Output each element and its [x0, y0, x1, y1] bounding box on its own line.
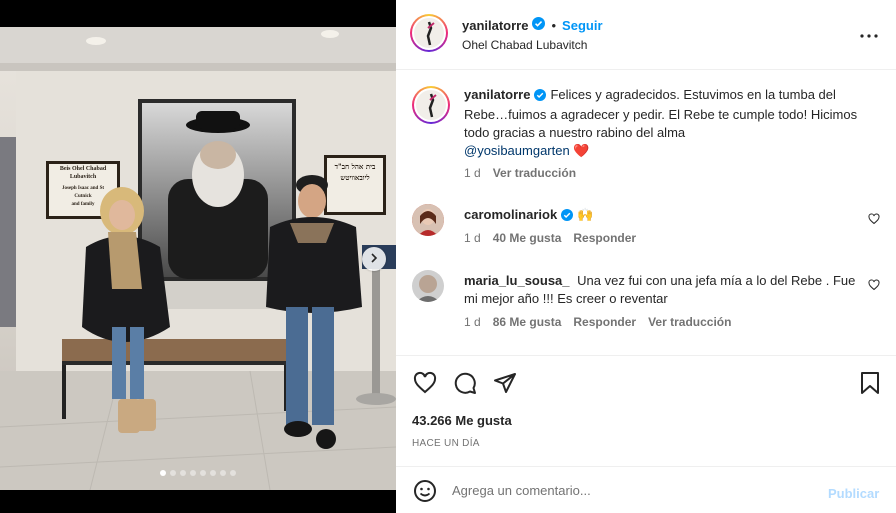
- sign-line: ליובאוויטש: [340, 173, 370, 182]
- avatar[interactable]: [412, 204, 444, 236]
- more-horizontal-icon: [860, 25, 878, 43]
- caption-text-block: yanilatorre Felices y agradecidos. Estuvi…: [464, 86, 864, 160]
- post-sidebar: yanilatorre • Seguir Ohel Chabad Lubavit…: [396, 0, 896, 513]
- emoji-button[interactable]: [413, 479, 437, 508]
- carousel-dot: [160, 470, 166, 476]
- post-media: Beis Ohel Chabad Lubavitch Joseph Isaac …: [0, 0, 396, 513]
- carousel-dot: [170, 470, 176, 476]
- sign-right: בית אהל חב"ד ליובאוויטש: [327, 161, 383, 183]
- post-caption: yanilatorre Felices y agradecidos. Estuvi…: [412, 86, 882, 186]
- comment-item: caromolinariok 🙌 1 d 40 Me gusta Responde…: [412, 204, 882, 250]
- avatar-image: [412, 270, 444, 302]
- comment-text-block: caromolinariok 🙌: [464, 206, 864, 226]
- post-photo[interactable]: Beis Ohel Chabad Lubavitch Joseph Isaac …: [0, 27, 396, 490]
- comment-item: maria_lu_sousa_ Una vez fui con una jefa…: [412, 270, 882, 334]
- carousel-dot: [210, 470, 216, 476]
- header-user-line: yanilatorre • Seguir: [462, 17, 603, 33]
- translate-link[interactable]: Ver traducción: [493, 166, 576, 180]
- share-button[interactable]: [493, 371, 517, 400]
- avatar[interactable]: [410, 14, 448, 52]
- comment-input[interactable]: [452, 479, 812, 501]
- username-link[interactable]: yanilatorre: [464, 87, 530, 102]
- avatar[interactable]: [412, 86, 450, 124]
- carousel-dot: [180, 470, 186, 476]
- heart-emoji: ❤️: [573, 143, 590, 158]
- comment-text: 🙌: [577, 207, 594, 222]
- like-button[interactable]: [413, 371, 437, 400]
- comment-meta: 1 d 86 Me gusta Responder Ver traducción: [464, 315, 731, 329]
- send-paper-plane-icon: [493, 373, 517, 399]
- comment-button[interactable]: [453, 371, 477, 400]
- sign-line: Beis Ohel Chabad: [59, 166, 107, 172]
- avatar-image: [412, 204, 444, 236]
- carousel-dot: [230, 470, 236, 476]
- dot-separator: •: [551, 17, 557, 33]
- comment-text-block: maria_lu_sousa_ Una vez fui con una jefa…: [464, 272, 864, 308]
- comment-likes-link[interactable]: 40 Me gusta: [493, 231, 562, 245]
- comment-time: 1 d: [464, 315, 481, 329]
- post-timestamp: HACE UN DÍA: [412, 438, 480, 449]
- translate-link[interactable]: Ver traducción: [648, 315, 731, 329]
- sign-line: בית אהל חב"ד: [334, 162, 376, 171]
- likes-count[interactable]: 43.266 Me gusta: [412, 413, 512, 428]
- reply-button[interactable]: Responder: [573, 315, 636, 329]
- post-header: yanilatorre • Seguir Ohel Chabad Lubavit…: [396, 0, 896, 70]
- username-link[interactable]: yanilatorre: [462, 18, 528, 33]
- location-link[interactable]: Ohel Chabad Lubavitch: [462, 38, 587, 52]
- emoji-smiley-icon: [413, 480, 437, 507]
- sign-line: Joseph Isaac and St: [61, 186, 105, 191]
- verified-badge-icon: [532, 17, 546, 33]
- caption-time: 1 d: [464, 166, 481, 180]
- carousel-indicator: [0, 470, 396, 476]
- caption-meta: 1 d Ver traducción: [464, 166, 576, 180]
- carousel-dot: [200, 470, 206, 476]
- comment-like-button[interactable]: [868, 212, 880, 230]
- carousel-dot: [220, 470, 226, 476]
- sign-line: and family: [71, 202, 95, 207]
- verified-badge-icon: [534, 88, 547, 106]
- save-button[interactable]: [859, 371, 881, 400]
- comment-composer: Publicar: [396, 466, 896, 513]
- reply-button[interactable]: Responder: [573, 231, 636, 245]
- sign-left: Beis Ohel Chabad Lubavitch Joseph Isaac …: [49, 165, 117, 209]
- username-link[interactable]: caromolinariok: [464, 207, 557, 222]
- comment-meta: 1 d 40 Me gusta Responder: [464, 231, 636, 245]
- comment-like-button[interactable]: [868, 278, 880, 296]
- chevron-right-icon: [369, 250, 379, 268]
- avatar[interactable]: [412, 270, 444, 302]
- comment-likes-link[interactable]: 86 Me gusta: [493, 315, 562, 329]
- avatar-image: [428, 93, 437, 118]
- heart-outline-icon: [868, 212, 880, 229]
- sign-line: Cutnick: [74, 194, 92, 199]
- comment-bubble-icon: [453, 372, 477, 399]
- carousel-next-button[interactable]: [362, 247, 386, 271]
- carousel-dot: [190, 470, 196, 476]
- username-link[interactable]: maria_lu_sousa_: [464, 273, 570, 288]
- more-options-button[interactable]: [858, 25, 880, 43]
- photo-illustration: [0, 27, 396, 490]
- avatar-image: [426, 21, 435, 46]
- mention-link[interactable]: @yosibaumgarten: [464, 143, 570, 158]
- heart-outline-icon: [413, 371, 437, 399]
- comment-time: 1 d: [464, 231, 481, 245]
- publish-button[interactable]: Publicar: [828, 486, 879, 501]
- sign-line: Lubavitch: [69, 174, 97, 180]
- verified-badge-icon: [561, 208, 574, 226]
- heart-outline-icon: [868, 278, 880, 295]
- follow-button[interactable]: Seguir: [562, 18, 602, 33]
- bookmark-icon: [859, 372, 881, 399]
